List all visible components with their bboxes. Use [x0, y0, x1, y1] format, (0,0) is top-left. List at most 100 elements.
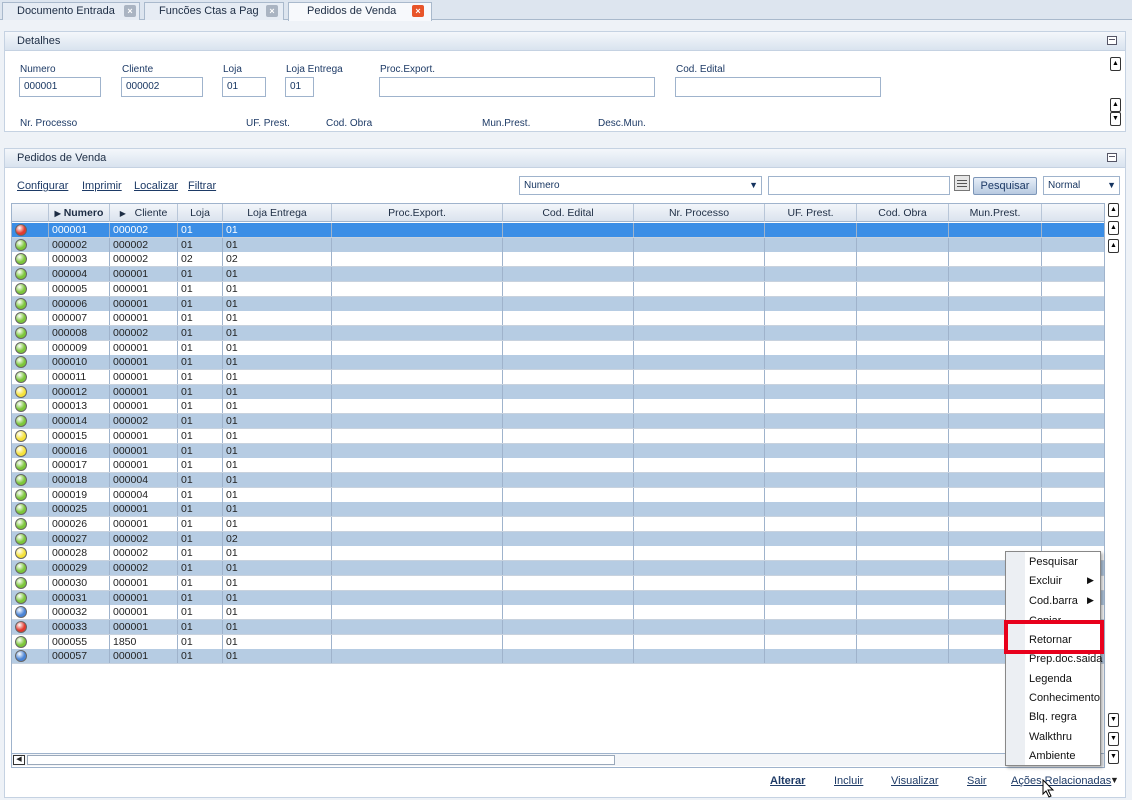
table-row[interactable]: 000012 000001 01 01 [12, 384, 1104, 400]
column-header-cod-obra[interactable]: Cod. Obra [857, 204, 949, 222]
cell-empty [949, 237, 1042, 252]
scroll-bottom-icon[interactable]: ▼ [1108, 750, 1119, 764]
table-row[interactable]: 000027 000002 01 02 [12, 531, 1104, 547]
table-row[interactable]: 000003 000002 02 02 [12, 252, 1104, 268]
configurar-link[interactable]: Configurar [17, 180, 68, 192]
cell-empty [503, 649, 634, 664]
table-row[interactable]: 000008 000002 01 01 [12, 325, 1104, 341]
notepad-icon[interactable] [954, 175, 970, 191]
status-cell [12, 252, 49, 267]
column-header-nr-processo[interactable]: Nr. Processo [634, 204, 765, 222]
table-row[interactable]: 000006 000001 01 01 [12, 296, 1104, 312]
column-header-loja-entrega[interactable]: Loja Entrega [223, 204, 332, 222]
chevron-down-icon[interactable]: ▼ [1110, 775, 1119, 785]
close-icon[interactable]: × [124, 5, 136, 17]
menu-item-walkthru[interactable]: Walkthru [1029, 731, 1072, 743]
table-row[interactable]: 000028 000002 01 01 [12, 546, 1104, 562]
menu-item-blq-regra[interactable]: Blq. regra [1029, 711, 1077, 723]
scroll-down-icon[interactable]: ▼ [1110, 112, 1121, 126]
incluir-button[interactable]: Incluir [834, 775, 863, 787]
column-header-mun-prest[interactable]: Mun.Prest. [949, 204, 1042, 222]
table-row[interactable]: 000026 000001 01 01 [12, 517, 1104, 532]
sair-button[interactable]: Sair [967, 775, 987, 787]
tab-documento-entrada[interactable]: Documento Entrada × [2, 2, 140, 20]
cell-loja-entrega: 01 [223, 399, 332, 414]
table-row[interactable]: 000011 000001 01 01 [12, 370, 1104, 385]
table-row[interactable]: 000031 000001 01 01 [12, 590, 1104, 606]
scroll-page-up-icon[interactable]: ▲ [1108, 221, 1119, 235]
cod-edital-field[interactable] [675, 77, 881, 97]
table-row[interactable]: 000032 000001 01 01 [12, 605, 1104, 621]
loja-field[interactable]: 01 [222, 77, 266, 97]
menu-item-ambiente[interactable]: Ambiente [1029, 750, 1075, 762]
table-row[interactable]: 000002 000002 01 01 [12, 237, 1104, 253]
search-input[interactable] [768, 176, 950, 195]
menu-item-conhecimento[interactable]: Conhecimento [1029, 692, 1100, 704]
tab-pedidos-de-venda[interactable]: Pedidos de Venda × [288, 2, 432, 21]
pesquisar-button[interactable]: Pesquisar [973, 177, 1037, 195]
table-row[interactable]: 000030 000001 01 01 [12, 575, 1104, 591]
horizontal-scrollbar[interactable]: ◀ [12, 753, 1104, 766]
table-row[interactable]: 000033 000001 01 01 [12, 619, 1104, 635]
localizar-link[interactable]: Localizar [134, 180, 178, 192]
table-row[interactable]: 000025 000001 01 01 [12, 502, 1104, 518]
table-row[interactable]: 000004 000001 01 01 [12, 267, 1104, 283]
menu-item-cod-barra[interactable]: Cod.barra ▶ [1029, 595, 1094, 607]
cell-loja: 01 [178, 223, 223, 237]
minimize-icon[interactable] [1107, 36, 1117, 45]
scroll-up-icon[interactable]: ▲ [1110, 98, 1121, 112]
column-header-loja[interactable]: Loja [178, 204, 223, 222]
close-icon[interactable]: × [412, 5, 424, 17]
table-row[interactable]: 000016 000001 01 01 [12, 443, 1104, 459]
table-row[interactable]: 000015 000001 01 01 [12, 428, 1104, 444]
cell-empty [634, 649, 765, 664]
close-icon[interactable]: × [266, 5, 278, 17]
menu-item-legenda[interactable]: Legenda [1029, 673, 1072, 685]
table-row[interactable]: 000009 000001 01 01 [12, 340, 1104, 356]
loja-entrega-field[interactable]: 01 [285, 77, 314, 97]
cell-loja: 01 [178, 649, 223, 664]
table-row[interactable]: 000029 000002 01 01 [12, 561, 1104, 577]
table-row[interactable]: 000005 000001 01 01 [12, 281, 1104, 297]
scroll-thumb[interactable] [27, 755, 615, 765]
cell-numero: 000028 [49, 546, 110, 561]
visualizar-button[interactable]: Visualizar [891, 775, 939, 787]
cliente-field[interactable]: 000002 [121, 77, 203, 97]
column-header-cliente[interactable]: ▶ Cliente [110, 204, 178, 222]
numero-field[interactable]: 000001 [19, 77, 101, 97]
table-row[interactable]: 000057 000001 01 01 [12, 649, 1104, 665]
column-header-uf-prest[interactable]: UF. Prest. [765, 204, 857, 222]
acoes-relacionadas-button[interactable]: Ações Relacionadas [1011, 775, 1111, 787]
scroll-top-icon[interactable]: ▲ [1108, 203, 1119, 217]
table-row[interactable]: 000007 000001 01 01 [12, 311, 1104, 327]
proc-export-field[interactable] [379, 77, 655, 97]
menu-item-prep-doc-saida[interactable]: Prep.doc.saida [1029, 653, 1102, 665]
column-header-proc-export[interactable]: Proc.Export. [332, 204, 503, 222]
mode-select[interactable]: Normal ▼ [1043, 176, 1120, 195]
filtrar-link[interactable]: Filtrar [188, 180, 216, 192]
alterar-button[interactable]: Alterar [770, 775, 805, 787]
menu-item-excluir[interactable]: Excluir ▶ [1029, 575, 1094, 587]
menu-item-pesquisar[interactable]: Pesquisar [1029, 556, 1078, 568]
table-row[interactable]: 000010 000001 01 01 [12, 355, 1104, 371]
table-row[interactable]: 000001 000002 01 01 [12, 223, 1104, 238]
table-row[interactable]: 000018 000004 01 01 [12, 472, 1104, 488]
scroll-up-icon[interactable]: ▲ [1108, 239, 1119, 253]
cell-empty [765, 267, 857, 282]
table-row[interactable]: 000014 000002 01 01 [12, 414, 1104, 430]
column-header-numero[interactable]: ▶ Numero [49, 204, 110, 222]
imprimir-link[interactable]: Imprimir [82, 180, 122, 192]
search-field-select[interactable]: Numero ▼ [519, 176, 762, 195]
scroll-page-down-icon[interactable]: ▼ [1108, 732, 1119, 746]
table-row[interactable]: 000055 1850 01 01 [12, 634, 1104, 650]
table-row[interactable]: 000019 000004 01 01 [12, 487, 1104, 503]
column-header-cod-edital[interactable]: Cod. Edital [503, 204, 634, 222]
table-row[interactable]: 000013 000001 01 01 [12, 399, 1104, 415]
minimize-icon[interactable] [1107, 153, 1117, 162]
cell-empty [949, 472, 1042, 487]
scroll-left-icon[interactable]: ◀ [13, 755, 25, 765]
scroll-up-icon[interactable]: ▲ [1110, 57, 1121, 71]
scroll-down-icon[interactable]: ▼ [1108, 713, 1119, 727]
table-row[interactable]: 000017 000001 01 01 [12, 458, 1104, 474]
tab-funcoes-ctas-a-pag[interactable]: Funcões Ctas a Pag × [144, 2, 284, 20]
